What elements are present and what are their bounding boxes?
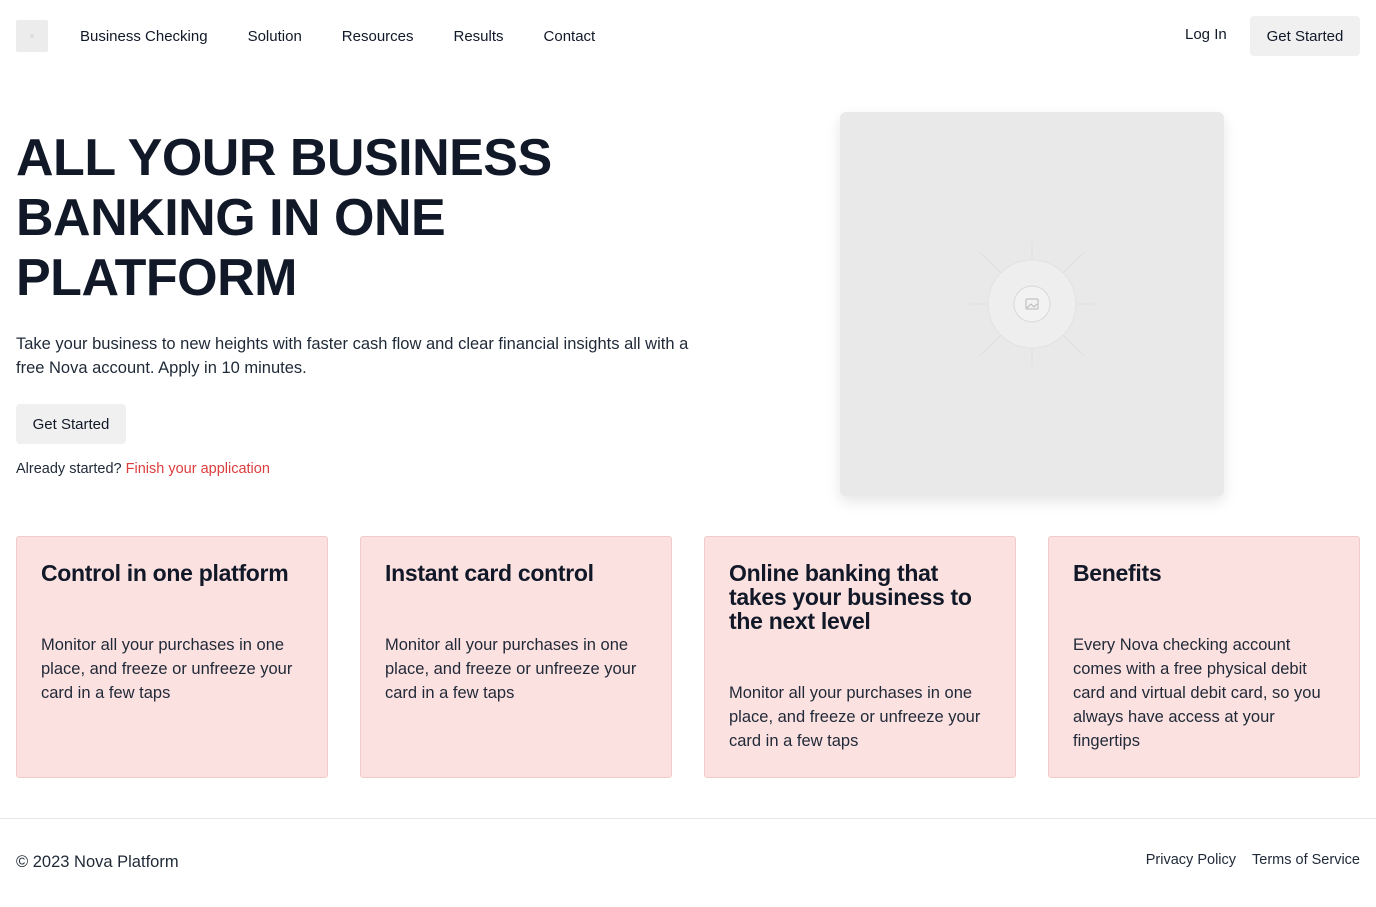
card-title: Control in one platform xyxy=(41,560,289,586)
hero-title: ALL YOUR BUSINESS BANKING IN ONE PLATFOR… xyxy=(16,129,552,307)
footer-links: Privacy Policy Terms of Service xyxy=(1146,852,1360,868)
nav-contact[interactable]: Contact xyxy=(544,28,596,45)
hero-get-started-button[interactable]: Get Started xyxy=(16,404,126,444)
card-title: Benefits xyxy=(1073,560,1162,586)
nav-solution[interactable]: Solution xyxy=(248,28,302,45)
login-link[interactable]: Log In xyxy=(1185,26,1227,43)
terms-of-service-link[interactable]: Terms of Service xyxy=(1252,852,1360,868)
nav-business-checking[interactable]: Business Checking xyxy=(80,28,208,45)
card-body: Every Nova checking account comes with a… xyxy=(1073,636,1321,750)
card-title: Instant card control xyxy=(385,560,594,586)
card-title: Online banking that takes your business … xyxy=(729,560,972,634)
hero-image xyxy=(840,112,1224,496)
feature-card: Online banking that takes your business … xyxy=(704,536,1016,778)
site-header: Business Checking Solution Resources Res… xyxy=(0,0,1376,72)
logo-mark-icon xyxy=(30,34,34,38)
finish-application-link[interactable]: Finish your application xyxy=(126,461,270,477)
already-started-label: Already started? xyxy=(16,461,122,477)
feature-card: Control in one platform Monitor all your… xyxy=(16,536,328,778)
logo[interactable] xyxy=(16,20,48,52)
card-body: Monitor all your purchases in one place,… xyxy=(385,636,637,702)
header-get-started-button[interactable]: Get Started xyxy=(1250,16,1360,56)
already-started-text: Already started? Finish your application xyxy=(16,461,270,477)
privacy-policy-link[interactable]: Privacy Policy xyxy=(1146,852,1236,868)
nav-resources[interactable]: Resources xyxy=(342,28,414,45)
card-body: Monitor all your purchases in one place,… xyxy=(41,636,293,702)
image-placeholder-icon xyxy=(970,242,1094,366)
feature-card: Benefits Every Nova checking account com… xyxy=(1048,536,1360,778)
main-nav: Business Checking Solution Resources Res… xyxy=(80,0,595,72)
nav-results[interactable]: Results xyxy=(454,28,504,45)
footer-copyright: © 2023 Nova Platform xyxy=(16,853,179,871)
card-body: Monitor all your purchases in one place,… xyxy=(729,684,981,750)
feature-card: Instant card control Monitor all your pu… xyxy=(360,536,672,778)
footer-divider xyxy=(0,818,1376,819)
hero-description: Take your business to new heights with f… xyxy=(16,335,689,377)
